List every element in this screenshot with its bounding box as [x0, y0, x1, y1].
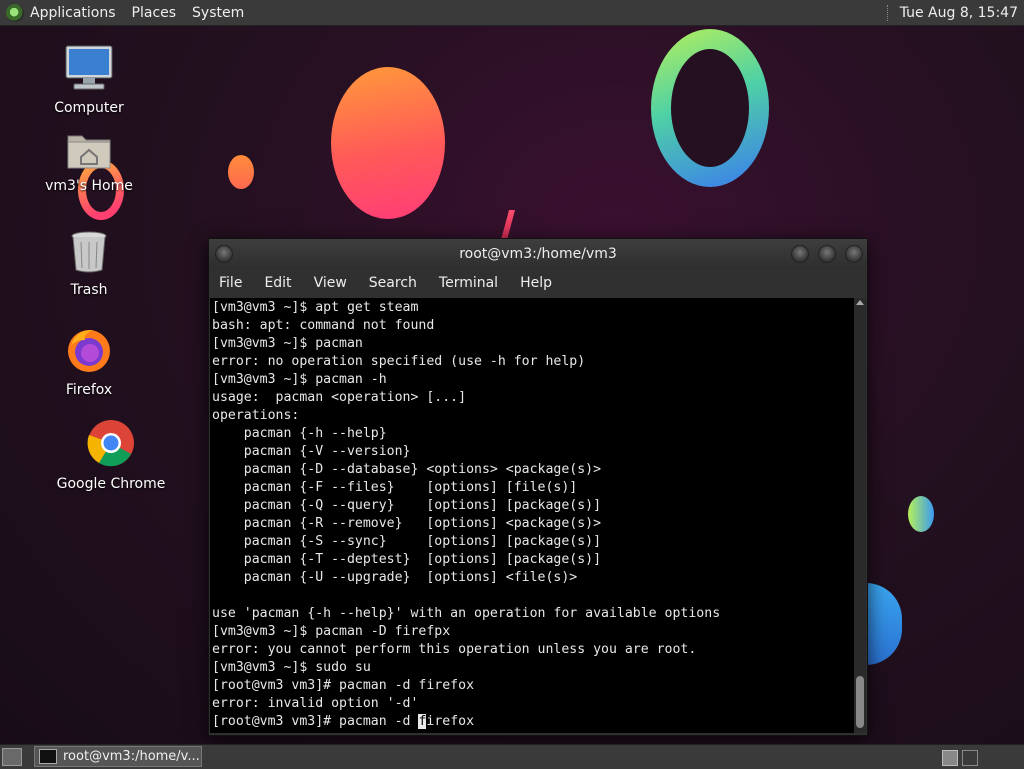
show-desktop-icon[interactable] — [2, 748, 22, 766]
terminal-line: [vm3@vm3 ~]$ pacman -h — [212, 372, 387, 387]
terminal-menubar: File Edit View Search Terminal Help — [209, 269, 867, 297]
menu-applications[interactable]: Applications — [30, 5, 116, 21]
terminal-line: [root@vm3 vm3]# pacman -d firefox — [212, 678, 475, 693]
home-folder-icon — [34, 130, 144, 174]
scrollbar-thumb[interactable] — [856, 676, 864, 728]
terminal-window[interactable]: root@vm3:/home/vm3 File Edit View Search… — [208, 238, 868, 736]
close-icon[interactable] — [845, 245, 863, 263]
bottom-panel: root@vm3:/home/v... — [0, 744, 1024, 769]
terminal-line: [vm3@vm3 ~]$ pacman -D firefpx — [212, 624, 451, 639]
menu-places[interactable]: Places — [132, 5, 177, 21]
wallpaper-dot-green — [908, 496, 934, 532]
prompt-text-rest: irefox — [426, 714, 475, 729]
computer-icon — [34, 44, 144, 96]
desktop-icon-home[interactable]: vm3's Home — [34, 130, 144, 194]
terminal-line: [vm3@vm3 ~]$ pacman — [212, 336, 363, 351]
terminal-line: pacman {-D --database} <options> <packag… — [212, 462, 602, 477]
terminal-line: pacman {-h --help} — [212, 426, 387, 441]
terminal-line: [vm3@vm3 ~]$ sudo su — [212, 660, 371, 675]
terminal-line: bash: apt: command not found — [212, 318, 435, 333]
panel-separator — [886, 4, 890, 21]
top-panel: Applications Places System Tue Aug 8, 15… — [0, 0, 1024, 26]
workspace-1[interactable] — [942, 750, 958, 766]
terminal-icon — [39, 749, 57, 764]
desktop-icon-label: Google Chrome — [56, 476, 166, 492]
wallpaper-dot-orange — [228, 155, 254, 189]
terminal-text: [vm3@vm3 ~]$ apt get steam bash: apt: com… — [210, 298, 854, 731]
scroll-up-icon[interactable] — [856, 300, 864, 305]
terminal-line: use 'pacman {-h --help}' with an operati… — [212, 606, 721, 621]
terminal-line: pacman {-T --deptest} [options] [package… — [212, 552, 602, 567]
desktop-icon-firefox[interactable]: Firefox — [34, 326, 144, 398]
wallpaper-pink-stroke — [500, 210, 516, 240]
window-menu-icon[interactable] — [215, 245, 233, 263]
terminal-output[interactable]: [vm3@vm3 ~]$ apt get steam bash: apt: com… — [210, 298, 854, 733]
desktop-icon-computer[interactable]: Computer — [34, 44, 144, 116]
trash-icon — [34, 230, 144, 278]
desktop-icon-trash[interactable]: Trash — [34, 230, 144, 298]
terminal-line: pacman {-R --remove} [options] <package(… — [212, 516, 602, 531]
chrome-icon — [56, 418, 166, 472]
terminal-line: error: you cannot perform this operation… — [212, 642, 697, 657]
wallpaper-half-blue — [866, 583, 902, 665]
desktop-icon-chrome[interactable]: Google Chrome — [56, 418, 166, 492]
menu-system[interactable]: System — [192, 5, 244, 21]
maximize-icon[interactable] — [818, 245, 836, 263]
terminal-line: error: no operation specified (use -h fo… — [212, 354, 586, 369]
window-title: root@vm3:/home/vm3 — [459, 246, 617, 262]
wallpaper-ring-large — [651, 29, 769, 187]
terminal-line: pacman {-S --sync} [options] [package(s)… — [212, 534, 602, 549]
terminal-line: pacman {-V --version} — [212, 444, 411, 459]
terminal-line: pacman {-F --files} [options] [file(s)] — [212, 480, 578, 495]
minimize-icon[interactable] — [791, 245, 809, 263]
firefox-icon — [34, 326, 144, 378]
desktop-icon-label: Firefox — [65, 382, 113, 398]
terminal-line: [vm3@vm3 ~]$ apt get steam — [212, 300, 419, 315]
terminal-scrollbar[interactable] — [854, 298, 866, 733]
wallpaper-oval-orange — [331, 67, 445, 219]
terminal-prompt-line[interactable]: [root@vm3 vm3]# pacman -d firefox — [212, 713, 854, 731]
desktop-icon-label: vm3's Home — [45, 178, 133, 194]
workspace-2[interactable] — [962, 750, 978, 766]
taskbar-label: root@vm3:/home/v... — [63, 749, 200, 764]
terminal-line: pacman {-Q --query} [options] [package(s… — [212, 498, 602, 513]
terminal-line: usage: pacman <operation> [...] — [212, 390, 467, 405]
window-titlebar[interactable]: root@vm3:/home/vm3 — [209, 239, 867, 269]
taskbar-terminal-button[interactable]: root@vm3:/home/v... — [34, 746, 202, 767]
desktop-icon-label: Computer — [54, 100, 124, 116]
desktop-icon-label: Trash — [70, 282, 108, 298]
prompt-text: [root@vm3 vm3]# pacman -d — [212, 714, 419, 729]
terminal-line: pacman {-U --upgrade} [options] <file(s)… — [212, 570, 578, 585]
clock[interactable]: Tue Aug 8, 15:47 — [900, 5, 1018, 21]
terminal-line: operations: — [212, 408, 300, 423]
menu-search[interactable]: Search — [369, 275, 417, 291]
terminal-line: error: invalid option '-d' — [212, 696, 419, 711]
distro-logo-icon[interactable] — [6, 3, 24, 22]
menu-edit[interactable]: Edit — [264, 275, 291, 291]
menu-view[interactable]: View — [314, 275, 347, 291]
menu-help[interactable]: Help — [520, 275, 552, 291]
menu-terminal[interactable]: Terminal — [439, 275, 498, 291]
menu-file[interactable]: File — [219, 275, 242, 291]
